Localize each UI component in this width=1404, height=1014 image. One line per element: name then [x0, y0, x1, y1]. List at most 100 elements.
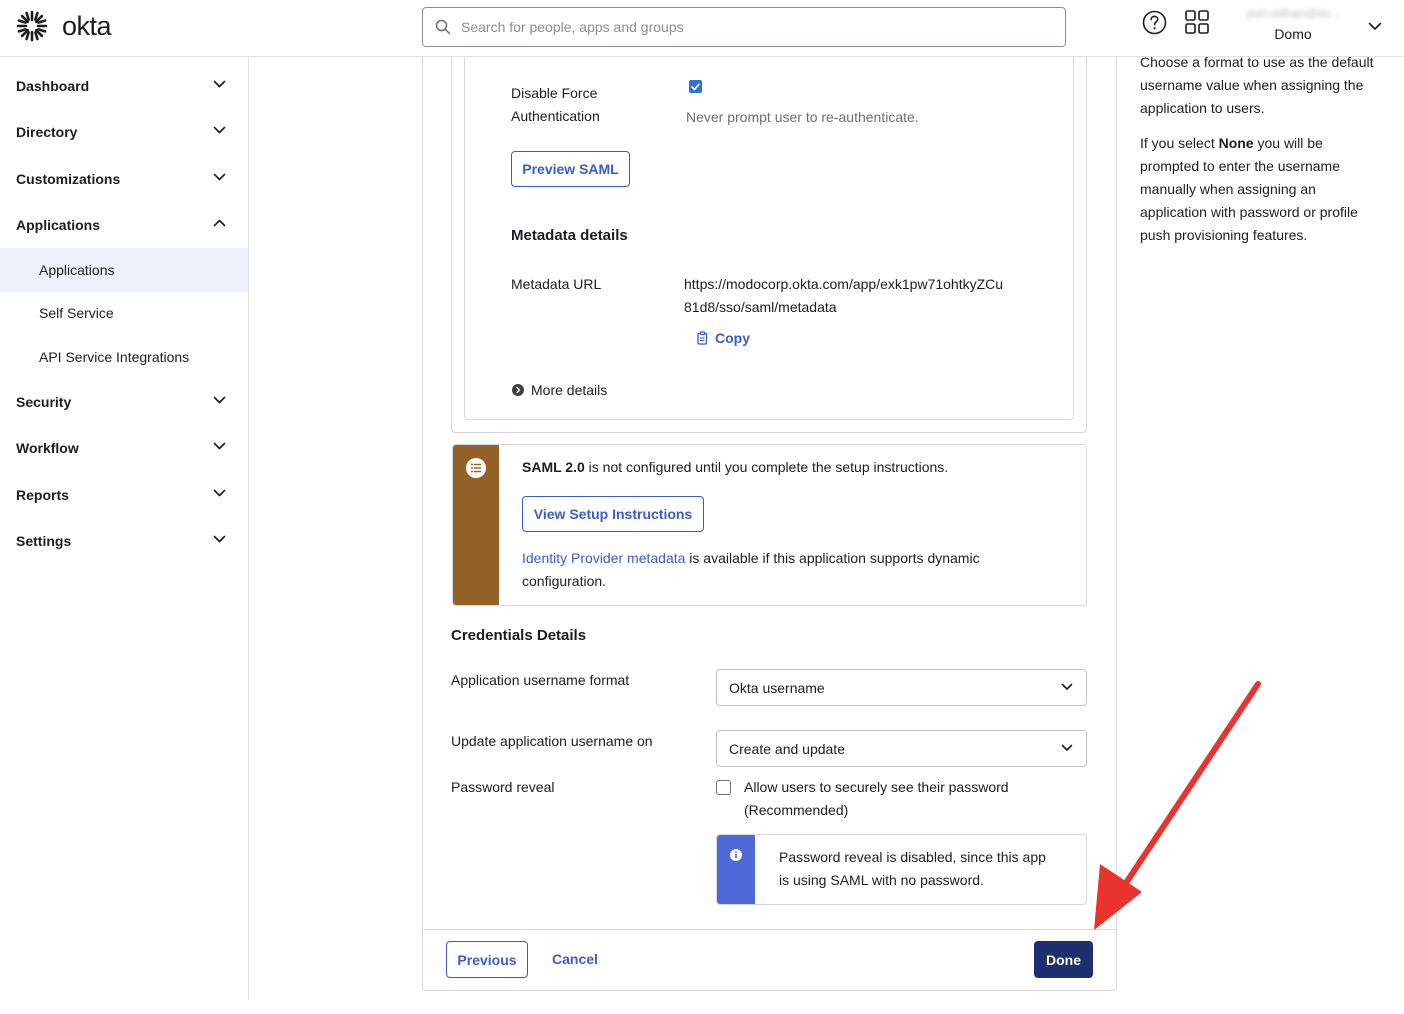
chevron-down-icon [213, 173, 226, 181]
callout-accent-bar [717, 835, 755, 904]
username-format-label: Application username format [451, 672, 630, 688]
sidebar-item-directory[interactable]: Directory [0, 110, 248, 154]
footer-divider [423, 929, 1116, 930]
help-text: If you select None you will be [1140, 132, 1323, 155]
help-icon[interactable] [1142, 10, 1167, 38]
metadata-url-value-line2: 81d8/sso/saml/metadata [684, 299, 837, 315]
username-format-select[interactable]: Okta username [716, 669, 1087, 706]
password-reveal-info-text: Password reveal is disabled, since this … [779, 849, 1046, 865]
idp-metadata-text-line2: configuration. [522, 573, 607, 589]
sidebar-subitem-applications[interactable]: Applications [0, 248, 248, 292]
help-text-pre: If you select [1140, 135, 1219, 151]
help-text: username value when assigning the [1140, 77, 1364, 93]
metadata-url-label: Metadata URL [511, 276, 602, 292]
info-icon [730, 849, 742, 861]
password-reveal-option: Allow users to securely see their passwo… [744, 779, 1009, 795]
help-text: application with password or profile [1140, 204, 1358, 220]
username-format-value: Okta username [729, 679, 825, 696]
password-reveal-checkbox[interactable] [716, 780, 731, 795]
help-text: prompted to enter the username [1140, 158, 1341, 174]
search-box[interactable] [422, 7, 1066, 47]
org-name: Domo [1274, 26, 1312, 42]
chevron-down-icon [213, 396, 226, 404]
preview-saml-button[interactable]: Preview SAML [511, 151, 630, 187]
update-username-on-label: Update application username on [451, 733, 653, 749]
sidebar-item-label: Workflow [16, 440, 79, 456]
help-text: Choose a format to use as the default [1140, 54, 1374, 70]
previous-button[interactable]: Previous [446, 941, 528, 978]
chevron-down-icon [1061, 744, 1073, 751]
sidebar-item-label: Customizations [16, 171, 121, 187]
help-text: application to users. [1140, 100, 1265, 116]
sidebar-subitem-self-service[interactable]: Self Service [0, 291, 248, 335]
view-setup-instructions-label: View Setup Instructions [533, 506, 693, 522]
disable-force-auth-label-line2: Authentication [511, 108, 600, 124]
copy-label: Copy [715, 330, 750, 346]
more-details-toggle[interactable]: More details [512, 382, 607, 398]
help-text-bold: None [1218, 135, 1254, 151]
password-reveal-option-line2: (Recommended) [744, 802, 849, 818]
password-reveal-label: Password reveal [451, 779, 555, 795]
chevron-down-icon [1061, 683, 1073, 690]
sidebar-item-label: Applications [16, 217, 101, 233]
sidebar-item-label: Settings [16, 533, 72, 549]
okta-logo[interactable]: okta [16, 10, 112, 42]
sidebar-item-customizations[interactable]: Customizations [0, 157, 248, 201]
sidebar-subitem-label: Applications [39, 262, 115, 278]
chevron-down-icon[interactable] [1368, 18, 1382, 34]
sidebar-subitem-api-service-integrations[interactable]: API Service Integrations [0, 335, 248, 379]
cancel-button[interactable]: Cancel [552, 951, 598, 967]
search-icon [435, 19, 451, 35]
user-email: josh.oldham@do... [1247, 8, 1339, 20]
saml-callout-message: SAML 2.0 is not configured until you com… [522, 456, 948, 479]
user-menu[interactable]: josh.oldham@do... Domo [1226, 8, 1360, 42]
help-text: manually when assigning an [1140, 181, 1316, 197]
sidebar-item-label: Reports [16, 487, 69, 503]
chevron-down-icon [213, 442, 226, 450]
done-button[interactable]: Done [1034, 941, 1093, 978]
chevron-down-icon [213, 535, 226, 543]
sidebar-item-label: Directory [16, 124, 78, 140]
sidebar-subitem-label: Self Service [39, 305, 114, 321]
chevron-down-icon [213, 80, 226, 88]
help-text: push provisioning features. [1140, 227, 1308, 243]
okta-sunburst-icon [16, 10, 48, 42]
copy-icon [697, 331, 708, 345]
sidebar-item-dashboard[interactable]: Dashboard [0, 64, 248, 108]
copy-metadata-button[interactable]: Copy [697, 330, 750, 346]
idp-metadata-text: is available if this application support… [685, 550, 980, 566]
previous-button-label: Previous [457, 951, 517, 968]
logo-text: okta [62, 10, 112, 41]
search-input[interactable] [461, 19, 1041, 35]
chevron-down-icon [213, 489, 226, 497]
idp-metadata-link[interactable]: Identity Provider metadata [522, 550, 685, 566]
sidebar-item-settings[interactable]: Settings [0, 519, 248, 563]
top-header: okta josh.oldham@do... Domo [0, 0, 1404, 57]
metadata-url-value: https://modocorp.okta.com/app/exk1pw71oh… [684, 276, 1004, 292]
metadata-details-title: Metadata details [511, 227, 628, 244]
checkmark-icon [691, 82, 700, 90]
disable-force-auth-label: Disable Force [511, 85, 598, 101]
update-username-on-select[interactable]: Create and update [716, 730, 1087, 767]
idp-metadata-message: Identity Provider metadata is available … [522, 547, 980, 570]
sidebar-item-label: Security [16, 394, 72, 410]
more-details-label: More details [531, 382, 608, 398]
saml-callout-text: is not configured until you complete the… [584, 459, 949, 475]
disable-force-auth-help: Never prompt user to re-authenticate. [686, 109, 919, 125]
done-button-label: Done [1046, 951, 1081, 968]
apps-grid-icon[interactable] [1185, 10, 1209, 37]
sidebar-item-label: Dashboard [16, 78, 90, 94]
disable-force-auth-checkbox[interactable] [689, 80, 702, 93]
credentials-details-title: Credentials Details [451, 627, 587, 644]
sidebar-item-security[interactable]: Security [0, 380, 248, 424]
list-icon [466, 458, 486, 478]
preview-saml-button-label: Preview SAML [522, 161, 619, 177]
annotation-arrow [1094, 681, 1261, 930]
chevron-right-circle-icon [512, 384, 524, 396]
sidebar-item-reports[interactable]: Reports [0, 473, 248, 517]
update-username-on-value: Create and update [729, 740, 845, 757]
callout-accent-bar [453, 445, 499, 605]
view-setup-instructions-button[interactable]: View Setup Instructions [522, 496, 704, 532]
sidebar-item-workflow[interactable]: Workflow [0, 426, 248, 470]
sidebar-item-applications[interactable]: Applications [0, 203, 248, 247]
